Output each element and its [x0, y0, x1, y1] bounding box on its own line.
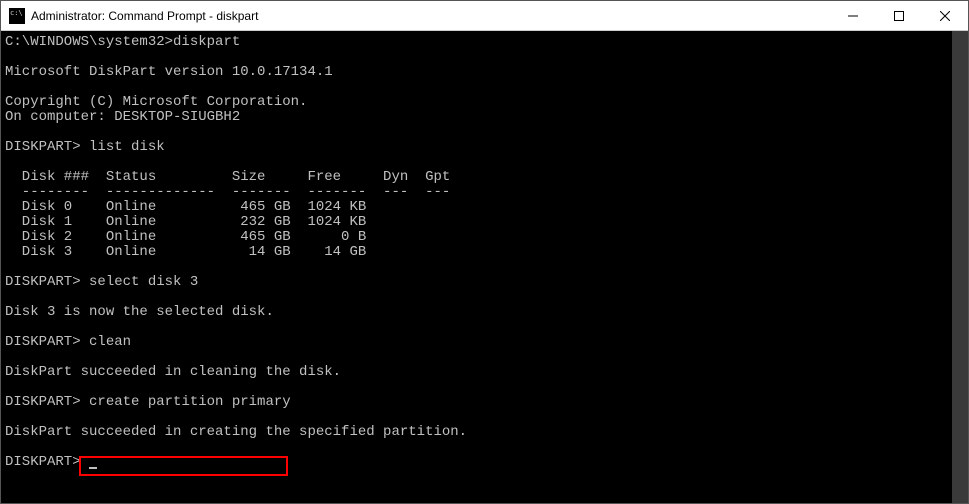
window-controls: [830, 1, 968, 30]
scrollbar-track[interactable]: [952, 31, 968, 503]
table-header: Disk ### Status Size Free Dyn Gpt: [5, 169, 450, 185]
diskpart-prompt: DISKPART>: [5, 454, 81, 470]
command-text: list disk: [89, 139, 165, 155]
minimize-button[interactable]: [830, 1, 876, 30]
table-row: Disk 3 Online 14 GB 14 GB: [5, 244, 366, 260]
command-text: clean: [89, 334, 131, 350]
diskpart-prompt: DISKPART>: [5, 139, 81, 155]
close-button[interactable]: [922, 1, 968, 30]
window-title: Administrator: Command Prompt - diskpart: [31, 9, 830, 23]
maximize-button[interactable]: [876, 1, 922, 30]
table-row: Disk 1 Online 232 GB 1024 KB: [5, 214, 366, 230]
cmd-icon: [9, 8, 25, 24]
output-message: DiskPart succeeded in cleaning the disk.: [5, 364, 341, 380]
diskpart-prompt: DISKPART>: [5, 394, 81, 410]
version-line: Microsoft DiskPart version 10.0.17134.1: [5, 64, 333, 80]
command-text: diskpart: [173, 34, 240, 50]
table-divider: -------- ------------- ------- ------- -…: [5, 184, 450, 200]
command-prompt-window: Administrator: Command Prompt - diskpart…: [0, 0, 969, 504]
prompt-path: C:\WINDOWS\system32>: [5, 34, 173, 50]
terminal-output[interactable]: C:\WINDOWS\system32>diskpart Microsoft D…: [1, 31, 968, 503]
titlebar[interactable]: Administrator: Command Prompt - diskpart: [1, 1, 968, 31]
output-message: DiskPart succeeded in creating the speci…: [5, 424, 467, 440]
computer-line: On computer: DESKTOP-SIUGBH2: [5, 109, 240, 125]
cursor: [89, 467, 97, 469]
output-message: Disk 3 is now the selected disk.: [5, 304, 274, 320]
table-row: Disk 2 Online 465 GB 0 B: [5, 229, 366, 245]
scrollbar-thumb[interactable]: [952, 31, 968, 503]
table-row: Disk 0 Online 465 GB 1024 KB: [5, 199, 366, 215]
command-text: select disk 3: [89, 274, 198, 290]
copyright-line: Copyright (C) Microsoft Corporation.: [5, 94, 307, 110]
highlight-annotation: [79, 456, 288, 476]
diskpart-prompt: DISKPART>: [5, 334, 81, 350]
diskpart-prompt: DISKPART>: [5, 274, 81, 290]
command-text: create partition primary: [89, 394, 291, 410]
